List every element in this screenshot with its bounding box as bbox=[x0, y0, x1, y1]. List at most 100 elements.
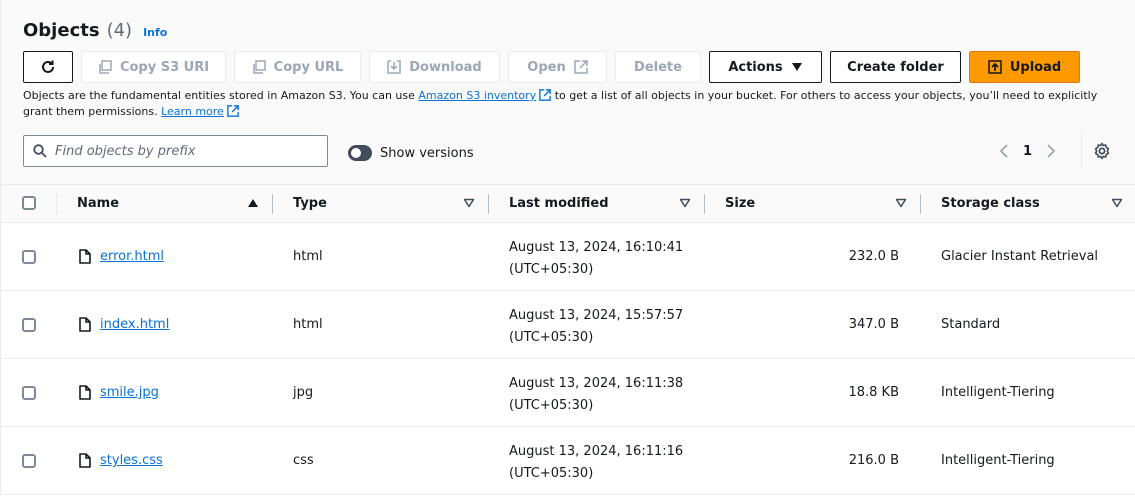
object-size: 232.0 B bbox=[848, 249, 899, 264]
object-type: html bbox=[293, 317, 323, 332]
column-header-name[interactable]: Name bbox=[77, 196, 119, 211]
search-input[interactable]: Find objects by prefix bbox=[23, 135, 328, 167]
pagination: 1 bbox=[999, 140, 1056, 162]
chevron-right-icon[interactable] bbox=[1046, 143, 1056, 159]
last-modified-date: August 13, 2024, 15:57:57 bbox=[509, 308, 684, 323]
info-link[interactable]: Info bbox=[143, 26, 167, 39]
table-header: Name Type Last modified Size Storage cla… bbox=[0, 184, 1135, 223]
last-modified: August 13, 2024, 16:11:38 (UTC+05:30) bbox=[509, 373, 683, 417]
delete-button[interactable]: Delete bbox=[615, 51, 701, 83]
column-divider[interactable] bbox=[488, 194, 489, 214]
upload-label: Upload bbox=[1009, 59, 1062, 75]
row-checkbox[interactable] bbox=[22, 250, 36, 264]
object-size: 347.0 B bbox=[848, 317, 899, 332]
last-modified: August 13, 2024, 16:10:41 (UTC+05:30) bbox=[509, 237, 683, 281]
external-link-icon bbox=[539, 89, 552, 101]
download-button[interactable]: Download bbox=[369, 51, 500, 83]
storage-class: Standard bbox=[941, 317, 1001, 332]
upload-button[interactable]: Upload bbox=[969, 51, 1080, 83]
object-size: 216.0 B bbox=[848, 453, 899, 468]
title-row: Objects (4) Info bbox=[23, 20, 167, 46]
last-modified: August 13, 2024, 16:11:16 (UTC+05:30) bbox=[509, 441, 683, 485]
name-cell: smile.jpg bbox=[79, 385, 159, 400]
objects-header: Objects (4) Info Copy S3 URI Copy URL Do… bbox=[0, 0, 1135, 184]
row-checkbox[interactable] bbox=[22, 386, 36, 400]
object-size: 18.8 KB bbox=[848, 385, 899, 400]
sort-icon[interactable] bbox=[895, 198, 907, 208]
row-checkbox[interactable] bbox=[22, 454, 36, 468]
column-divider[interactable] bbox=[920, 194, 921, 214]
object-name-link[interactable]: index.html bbox=[100, 317, 169, 332]
open-button[interactable]: Open bbox=[508, 51, 607, 83]
sort-icon[interactable] bbox=[679, 198, 691, 208]
show-versions-toggle[interactable]: Show versions bbox=[348, 145, 474, 161]
sort-icon[interactable] bbox=[463, 198, 475, 208]
copy-url-button[interactable]: Copy URL bbox=[234, 51, 361, 83]
create-folder-button[interactable]: Create folder bbox=[830, 51, 961, 83]
object-type: html bbox=[293, 249, 323, 264]
copy-icon bbox=[252, 60, 266, 74]
column-header-type[interactable]: Type bbox=[293, 196, 327, 211]
name-cell: styles.css bbox=[79, 453, 163, 468]
select-all-checkbox[interactable] bbox=[22, 196, 36, 210]
delete-label: Delete bbox=[634, 59, 682, 75]
sort-ascending-icon[interactable] bbox=[247, 198, 259, 208]
caret-down-icon bbox=[791, 63, 802, 71]
last-modified-timezone: (UTC+05:30) bbox=[509, 466, 594, 481]
gear-icon[interactable] bbox=[1093, 142, 1111, 160]
search-icon bbox=[33, 144, 47, 158]
description-text-1: Objects are the fundamental entities sto… bbox=[23, 89, 419, 102]
column-divider[interactable] bbox=[272, 194, 273, 214]
create-folder-label: Create folder bbox=[847, 59, 944, 75]
file-icon bbox=[79, 453, 91, 468]
copy-icon bbox=[99, 60, 112, 74]
sort-icon[interactable] bbox=[1111, 198, 1123, 208]
download-icon bbox=[387, 60, 402, 74]
object-name-link[interactable]: styles.css bbox=[100, 453, 163, 468]
column-header-storage-class[interactable]: Storage class bbox=[941, 196, 1040, 211]
table-row[interactable]: error.html html August 13, 2024, 16:10:4… bbox=[0, 223, 1135, 291]
copy-s3-uri-button[interactable]: Copy S3 URI bbox=[81, 51, 226, 83]
last-modified: August 13, 2024, 15:57:57 (UTC+05:30) bbox=[509, 305, 683, 349]
copy-url-label: Copy URL bbox=[273, 59, 344, 75]
last-modified-date: August 13, 2024, 16:10:41 bbox=[509, 240, 684, 255]
object-name-link[interactable]: smile.jpg bbox=[100, 385, 159, 400]
learn-more-link[interactable]: Learn more bbox=[161, 105, 224, 118]
storage-class: Intelligent-Tiering bbox=[941, 453, 1055, 468]
file-icon bbox=[79, 249, 91, 264]
object-type: jpg bbox=[293, 385, 314, 400]
show-versions-label: Show versions bbox=[380, 145, 474, 161]
last-modified-timezone: (UTC+05:30) bbox=[509, 262, 594, 277]
column-header-size[interactable]: Size bbox=[725, 196, 755, 211]
upload-icon bbox=[988, 60, 1002, 74]
name-cell: error.html bbox=[79, 249, 164, 264]
file-icon bbox=[79, 317, 91, 332]
page-title: Objects bbox=[23, 20, 100, 41]
page-number[interactable]: 1 bbox=[1023, 144, 1032, 159]
object-name-link[interactable]: error.html bbox=[100, 249, 164, 264]
last-modified-date: August 13, 2024, 16:11:16 bbox=[509, 444, 684, 459]
chevron-left-icon[interactable] bbox=[999, 143, 1009, 159]
column-header-last-modified[interactable]: Last modified bbox=[509, 196, 609, 211]
refresh-button[interactable] bbox=[23, 51, 73, 83]
file-icon bbox=[79, 385, 91, 400]
object-count: (4) bbox=[106, 20, 133, 41]
copy-s3-uri-label: Copy S3 URI bbox=[119, 59, 210, 75]
column-divider bbox=[56, 194, 57, 214]
refresh-icon bbox=[42, 60, 54, 73]
last-modified-date: August 13, 2024, 16:11:38 bbox=[509, 376, 684, 391]
row-checkbox[interactable] bbox=[22, 318, 36, 332]
table-row[interactable]: index.html html August 13, 2024, 15:57:5… bbox=[0, 291, 1135, 359]
actions-dropdown[interactable]: Actions bbox=[709, 51, 822, 83]
column-divider[interactable] bbox=[704, 194, 705, 214]
table-row[interactable]: styles.css css August 13, 2024, 16:11:16… bbox=[0, 427, 1135, 495]
open-label: Open bbox=[527, 59, 566, 75]
toggle-switch[interactable] bbox=[348, 145, 372, 161]
actions-label: Actions bbox=[728, 59, 783, 75]
external-link-icon bbox=[226, 105, 239, 117]
objects-panel: Objects (4) Info Copy S3 URI Copy URL Do… bbox=[0, 0, 1135, 498]
table-row[interactable]: smile.jpg jpg August 13, 2024, 16:11:38 … bbox=[0, 359, 1135, 427]
s3-inventory-link[interactable]: Amazon S3 inventory bbox=[418, 89, 536, 102]
object-type: css bbox=[293, 453, 314, 468]
download-label: Download bbox=[409, 59, 482, 75]
